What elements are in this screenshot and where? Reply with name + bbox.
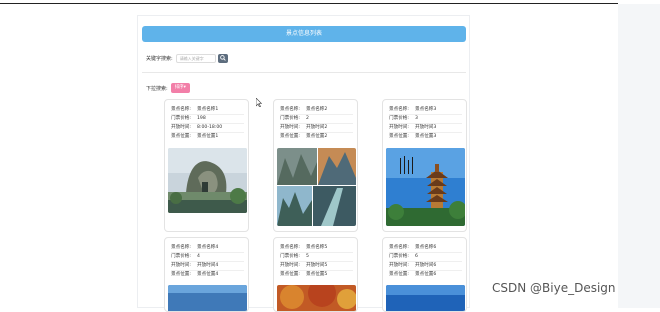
card-hours: 开放时间6 — [415, 263, 437, 268]
field-label: 门票价格: — [280, 254, 300, 259]
field-label: 景点名称: — [280, 245, 300, 250]
card-price: 3 — [415, 116, 418, 121]
search-button[interactable] — [217, 53, 228, 63]
attraction-card[interactable]: 景点名称: 景点名称4 门票价格: 4 开放时间: 开放时间4 景点位置: 景点位置4 — [164, 237, 249, 312]
field-label: 景点名称: — [280, 107, 300, 112]
attraction-card[interactable]: 景点名称: 景点名称1 门票价格: 198 开放时间: 8:00-18:00 景点位置… — [164, 99, 249, 232]
card-location: 景点位置3 — [415, 134, 437, 139]
card-name: 景点名称4 — [197, 245, 219, 250]
field-label: 景点名称: — [389, 245, 409, 250]
field-label: 开放时间: — [171, 125, 191, 130]
card-location: 景点位置6 — [415, 272, 437, 277]
attraction-card[interactable]: 景点名称: 景点名称6 门票价格: 6 开放时间: 开放时间6 景点位置: 景点位置6 — [382, 237, 467, 312]
attraction-card[interactable]: 景点名称: 景点名称3 门票价格: 3 开放时间: 开放时间3 景点位置: 景点位置3 — [382, 99, 467, 232]
card-hours: 开放时间4 — [197, 263, 219, 268]
csdn-watermark: CSDN @Biye_Design — [492, 281, 616, 295]
card-price: 4 — [197, 254, 200, 259]
field-label: 开放时间: — [171, 263, 191, 268]
card-name: 景点名称2 — [306, 107, 328, 112]
card-location: 景点位置5 — [306, 272, 328, 277]
card-location: 景点位置1 — [197, 134, 219, 139]
field-label: 景点名称: — [171, 245, 191, 250]
field-label: 景点名称: — [389, 107, 409, 112]
attraction-card[interactable]: 景点名称: 景点名称5 门票价格: 5 开放时间: 开放时间5 景点位置: 景点位置5 — [273, 237, 358, 312]
field-label: 门票价格: — [171, 254, 191, 259]
page-title: 景点信息列表 — [142, 26, 466, 42]
card-hours: 开放时间3 — [415, 125, 437, 130]
field-label: 开放时间: — [280, 125, 300, 130]
sort-dropdown-button[interactable]: 排序▾ — [170, 83, 190, 93]
attraction-collage-photo — [277, 148, 356, 226]
search-icon — [219, 55, 226, 61]
field-label: 景点位置: — [171, 134, 191, 139]
sort-label: 下拉搜索: — [146, 85, 168, 92]
sort-row: 下拉搜索: 排序▾ — [146, 82, 190, 94]
card-name: 景点名称6 — [415, 245, 437, 250]
field-label: 门票价格: — [389, 116, 409, 121]
field-label: 门票价格: — [280, 116, 300, 121]
card-location: 景点位置4 — [197, 272, 219, 277]
field-label: 门票价格: — [171, 116, 191, 121]
card-name: 景点名称5 — [306, 245, 328, 250]
card-price: 5 — [306, 254, 309, 259]
search-input[interactable]: 请输入关键字 — [175, 53, 216, 63]
field-label: 门票价格: — [389, 254, 409, 259]
card-price: 6 — [415, 254, 418, 259]
field-label: 景点位置: — [280, 272, 300, 277]
card-location: 景点位置2 — [306, 134, 328, 139]
right-margin — [618, 4, 660, 308]
card-hours: 开放时间2 — [306, 125, 328, 130]
field-label: 开放时间: — [389, 125, 409, 130]
card-hours: 8:00-18:00 — [197, 125, 223, 130]
field-label: 景点位置: — [280, 134, 300, 139]
card-price: 198 — [197, 116, 206, 121]
field-label: 开放时间: — [389, 263, 409, 268]
attraction-pagoda-photo — [386, 148, 465, 226]
card-name: 景点名称3 — [415, 107, 437, 112]
field-label: 开放时间: — [280, 263, 300, 268]
field-label: 景点位置: — [171, 272, 191, 277]
search-label: 关键字搜索: — [146, 55, 173, 62]
field-label: 景点位置: — [389, 134, 409, 139]
window-top-border — [0, 3, 618, 4]
mouse-cursor-icon — [256, 98, 262, 107]
field-label: 景点位置: — [389, 272, 409, 277]
card-name: 景点名称1 — [197, 107, 219, 112]
search-row: 关键字搜索: 请输入关键字 — [146, 52, 228, 64]
divider — [142, 72, 466, 73]
attraction-photo — [168, 148, 247, 213]
card-price: 2 — [306, 116, 309, 121]
attraction-card[interactable]: 景点名称: 景点名称2 门票价格: 2 开放时间: 开放时间2 景点位置: 景点位置2 — [273, 99, 358, 232]
card-hours: 开放时间5 — [306, 263, 328, 268]
field-label: 景点名称: — [171, 107, 191, 112]
